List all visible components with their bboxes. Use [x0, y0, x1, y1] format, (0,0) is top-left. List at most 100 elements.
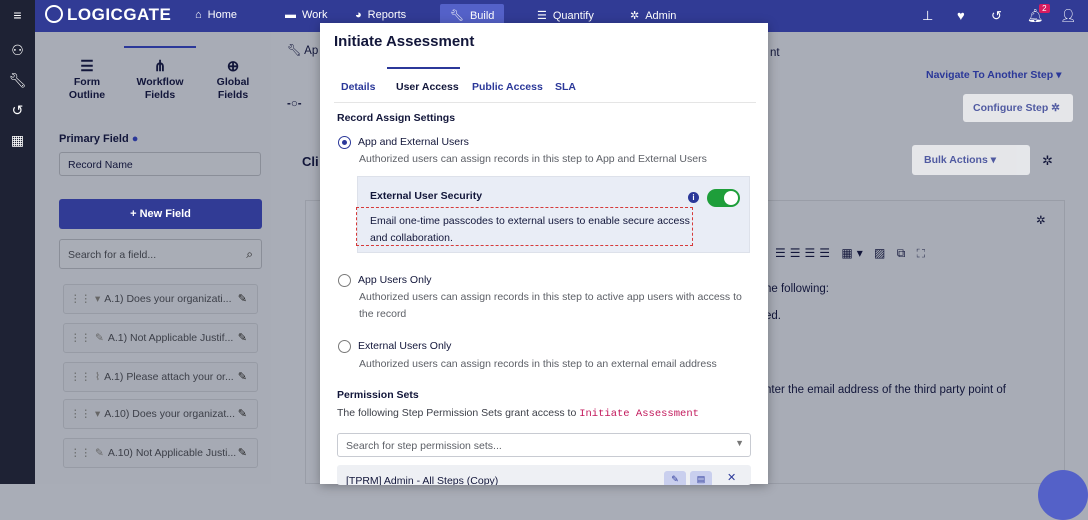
search-icon: ⌕ [246, 247, 253, 261]
logo-mark-icon [45, 5, 63, 23]
left-rail: ≡ ⚇ 🔧︎ ↺ ▦ [0, 0, 35, 484]
home-icon: ⌂ [195, 9, 202, 21]
tab-sla[interactable]: SLA [555, 81, 576, 93]
grid-icon[interactable]: ▦ [0, 132, 35, 149]
navigate-step-dropdown[interactable]: Navigate To Another Step ▾ [926, 69, 1061, 81]
tab-details[interactable]: Details [341, 81, 375, 93]
radio-app-users-only[interactable] [338, 274, 351, 287]
field-list-item[interactable]: ⋮⋮ ✎ A.10) Not Applicable Justi... ✎ [63, 438, 258, 468]
primary-field-input[interactable]: Record Name [59, 152, 261, 176]
drag-handle-icon[interactable]: ⋮⋮ [70, 293, 91, 305]
globe-icon: ⊕ [226, 58, 240, 75]
external-security-toggle[interactable] [707, 189, 740, 207]
tab-form-outline[interactable]: ☰ Form Outline [52, 58, 122, 102]
permission-set-row[interactable]: [TPRM] Admin - All Steps (Copy) ✎ ▤ ✕ [337, 465, 751, 485]
notification-badge: 2 [1039, 4, 1050, 13]
step-node-icon: -○- [287, 98, 302, 110]
help-fab[interactable] [1038, 470, 1088, 520]
wrench-icon: 🔧︎ [287, 45, 302, 57]
section-title: Cli [302, 154, 319, 169]
option-desc: Authorized users can assign records in t… [359, 358, 717, 370]
menu-icon[interactable]: ≡ [0, 7, 35, 23]
external-security-title: External User Security [370, 190, 483, 202]
modal-title: Initiate Assessment [334, 33, 475, 50]
option-label: External Users Only [358, 340, 452, 352]
radio-external-users-only[interactable] [338, 340, 351, 353]
tab-workflow-fields[interactable]: ⋔ Workflow Fields [125, 59, 195, 102]
primary-field-label: Primary Field ● [59, 133, 139, 145]
permission-sets-heading: Permission Sets [337, 389, 419, 401]
close-icon[interactable]: ✕ [727, 471, 736, 484]
option-label: App Users Only [358, 274, 432, 286]
breadcrumb-tail: nt [770, 47, 780, 59]
gear-icon: ✲ [630, 10, 640, 22]
gear-icon[interactable]: ✲ [1036, 213, 1046, 227]
bell-icon[interactable]: 🔔︎ 2 [1027, 4, 1050, 24]
record-assign-heading: Record Assign Settings [337, 112, 456, 124]
plus-icon: + [130, 208, 140, 220]
edit-icon[interactable]: ✎ [238, 370, 247, 383]
editor-text-line: nter the email address of the third part… [765, 384, 1006, 396]
wrench-icon[interactable]: 🔧︎ [0, 72, 35, 89]
permission-desc: The following Step Permission Sets grant… [337, 407, 699, 420]
drag-handle-icon[interactable]: ⋮⋮ [70, 408, 91, 420]
folder-icon: ▬ [285, 9, 296, 21]
org-icon[interactable]: ⚇ [0, 42, 35, 59]
edit-icon[interactable]: ✎ [238, 331, 247, 344]
breadcrumb[interactable]: 🔧︎ Ap [287, 43, 318, 57]
external-security-desc: Email one-time passcodes to external use… [370, 215, 690, 244]
nav-home[interactable]: ⌂ Home [195, 9, 237, 21]
external-security-panel: External User Security i Email one-time … [356, 176, 750, 253]
gear-icon[interactable]: ✲ [1042, 153, 1053, 169]
drag-handle-icon[interactable]: ⋮⋮ [70, 332, 91, 344]
bulk-actions-button[interactable]: Bulk Actions ▾ [912, 145, 1030, 175]
heart-icon[interactable]: ♥ [957, 8, 965, 23]
drag-handle-icon[interactable]: ⋮⋮ [70, 447, 91, 459]
info-icon[interactable]: i [688, 192, 699, 203]
edit-icon[interactable]: ✎ [238, 292, 247, 305]
tab-divider [334, 102, 756, 103]
permission-search-select[interactable]: Search for step permission sets... ▼ [337, 433, 751, 457]
logo[interactable]: LOGICGATE [45, 5, 171, 25]
active-tab-indicator [387, 67, 460, 69]
nav-reports[interactable]: ◕ Reports [355, 9, 406, 21]
nav-work[interactable]: ▬ Work [285, 9, 327, 21]
form-icon: ☰ [80, 58, 94, 75]
field-list-item[interactable]: ⋮⋮ ▾ A.10) Does your organizat... ✎ [63, 399, 258, 429]
field-list-item[interactable]: ⋮⋮ ⌇ A.1) Please attach your or... ✎ [63, 362, 258, 392]
option-label: App and External Users [358, 136, 469, 148]
history-icon[interactable]: ↺ [0, 102, 35, 119]
nav-quantify[interactable]: ☰ Quantify [537, 9, 594, 22]
field-list-item[interactable]: ⋮⋮ ✎ A.1) Not Applicable Justif... ✎ [63, 323, 258, 353]
history-icon[interactable]: ↺ [991, 8, 1002, 24]
dropdown-field-icon: ▾ [95, 408, 101, 420]
option-desc: Authorized users can assign records in t… [359, 153, 707, 165]
user-icon[interactable]: 👤︎ [1060, 8, 1077, 24]
nav-admin[interactable]: ✲ Admin [630, 9, 676, 22]
active-tab-indicator [124, 46, 196, 48]
text-field-icon: ✎ [95, 447, 104, 459]
edit-icon[interactable]: ✎ [664, 471, 686, 485]
editor-toolbar[interactable]: ☰☰☰☰ ▦▾ ▨ ⧉ ⛶ [775, 246, 929, 261]
tab-global-fields[interactable]: ⊕ Global Fields [198, 58, 268, 102]
edit-icon[interactable]: ✎ [238, 407, 247, 420]
new-field-button[interactable]: + New Field [59, 199, 262, 229]
radio-app-and-external[interactable] [338, 136, 351, 149]
editor-text-line: ne following: [765, 283, 829, 295]
dropdown-field-icon: ▾ [95, 293, 101, 305]
info-icon: ● [131, 133, 139, 145]
field-panel: ☰ Form Outline ⋔ Workflow Fields ⊕ Global Fiel… [35, 32, 271, 484]
document-icon[interactable]: ▤ [690, 471, 712, 485]
chevron-down-icon: ▼ [735, 438, 744, 448]
tab-user-access[interactable]: User Access [396, 81, 459, 93]
edit-icon[interactable]: ✎ [238, 446, 247, 459]
option-desc: Authorized users can assign records in t… [359, 291, 742, 320]
tab-public-access[interactable]: Public Access [472, 81, 543, 93]
drag-handle-icon[interactable]: ⋮⋮ [70, 371, 91, 383]
field-list-item[interactable]: ⋮⋮ ▾ A.1) Does your organizati... ✎ [63, 284, 258, 314]
step-name-code: Initiate Assessment [579, 408, 699, 420]
pin-icon[interactable]: ⊥ [922, 8, 933, 24]
configure-step-button[interactable]: Configure Step ✲ [963, 94, 1073, 122]
wrench-icon: 🔧︎ [450, 10, 464, 22]
field-search-input[interactable]: Search for a field... ⌕ [59, 239, 262, 269]
